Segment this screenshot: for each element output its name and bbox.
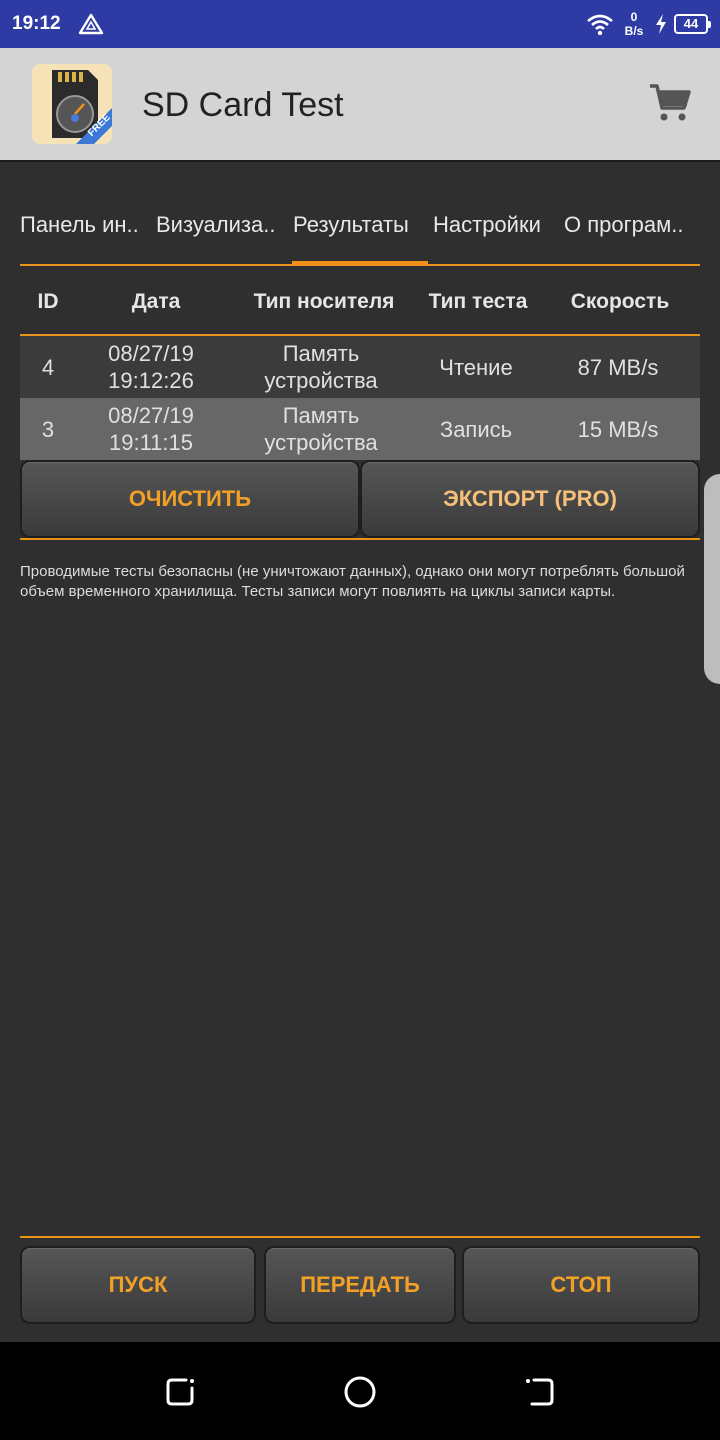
nav-recents-icon[interactable] [162, 1374, 198, 1410]
stop-button[interactable]: СТОП [462, 1246, 700, 1324]
table-header: ID Дата Тип носителя Тип теста Скорость [20, 276, 700, 336]
export-pro-button[interactable]: ЭКСПОРТ (PRO) [360, 460, 700, 538]
tab-info-panel[interactable]: Панель ин.. [20, 212, 139, 238]
table-row[interactable]: 3 08/27/19 19:11:15 Память устройства Запи… [20, 398, 700, 460]
tab-visualization[interactable]: Визуализа.. [156, 212, 275, 238]
cell-date: 08/27/19 19:11:15 [108, 403, 194, 455]
cell-test-type: Чтение [439, 354, 513, 380]
header-media: Тип носителя [253, 290, 395, 313]
tab-bar: Панель ин.. Визуализа.. Результаты Настр… [20, 202, 700, 266]
cell-media: Память устройства [264, 341, 378, 393]
send-button[interactable]: ПЕРЕДАТЬ [264, 1246, 456, 1324]
header-speed: Скорость [570, 290, 670, 313]
tab-results[interactable]: Результаты [293, 212, 409, 238]
warning-triangle-icon [78, 13, 104, 35]
divider [20, 1236, 700, 1238]
battery-icon: 44 [674, 14, 711, 34]
app-title: SD Card Test [142, 86, 344, 124]
app-bar: FREE SD Card Test [0, 48, 720, 160]
net-speed-unit: B/s [624, 24, 644, 38]
shopping-cart-icon[interactable] [648, 80, 692, 124]
divider [20, 538, 700, 540]
app-logo-icon: FREE [32, 64, 112, 144]
header-date: Дата [131, 290, 181, 313]
table-row[interactable]: 4 08/27/19 19:12:26 Память устройства Чтен… [20, 336, 700, 398]
nav-back-icon[interactable] [522, 1374, 558, 1410]
wifi-icon [587, 14, 613, 36]
net-speed-value: 0 [630, 10, 638, 24]
nav-home-icon[interactable] [342, 1374, 378, 1410]
cell-media: Память устройства [264, 403, 378, 455]
cell-speed: 15 MB/s [577, 416, 659, 442]
cell-date: 08/27/19 19:12:26 [108, 341, 194, 393]
edge-panel-handle[interactable] [704, 474, 720, 684]
cell-speed: 87 MB/s [577, 354, 659, 380]
cell-test-type: Запись [439, 416, 513, 442]
main-content: Панель ин.. Визуализа.. Результаты Настр… [0, 160, 720, 1342]
net-speed: 0 B/s [620, 10, 648, 38]
header-id: ID [37, 290, 59, 313]
cell-id: 4 [41, 354, 55, 380]
status-bar: 19:12 0 B/s 44 [0, 0, 720, 48]
tab-settings[interactable]: Настройки [433, 212, 541, 238]
cell-id: 3 [41, 416, 55, 442]
header-test-type: Тип теста [428, 290, 528, 313]
safety-notice: Проводимые тесты безопасны (не уничтожаю… [20, 563, 685, 600]
results-table: ID Дата Тип носителя Тип теста Скорость … [20, 276, 700, 460]
tab-indicator [292, 261, 428, 266]
tab-about[interactable]: О програм.. [564, 212, 683, 238]
status-time: 19:12 [12, 13, 61, 34]
charging-bolt-icon [656, 14, 666, 34]
clear-button[interactable]: ОЧИСТИТЬ [20, 460, 360, 538]
start-button[interactable]: ПУСК [20, 1246, 256, 1324]
navigation-bar [0, 1342, 720, 1440]
